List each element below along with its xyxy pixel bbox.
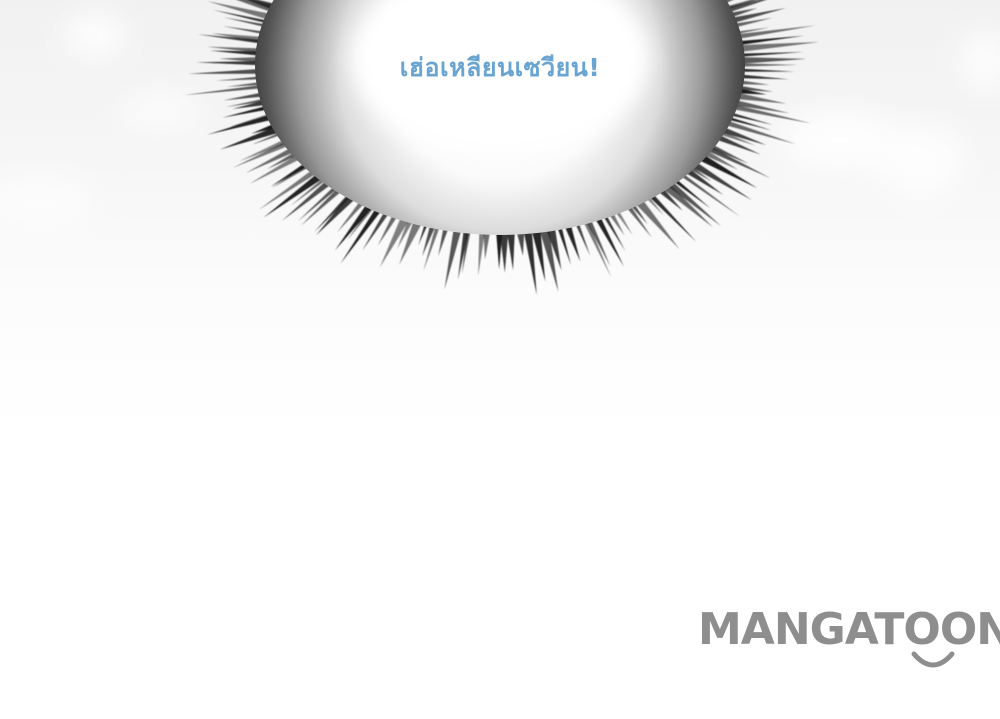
watermark-logo-text: MANGATOON [698, 604, 1000, 655]
mangatoon-watermark: MANGATOON [698, 604, 1000, 674]
smile-icon [911, 651, 955, 668]
manga-panel: เฮ่อเหลียนเซวียน! MANGATOON [0, 0, 1000, 719]
speech-text: เฮ่อเหลียนเซวียน! [399, 53, 601, 82]
